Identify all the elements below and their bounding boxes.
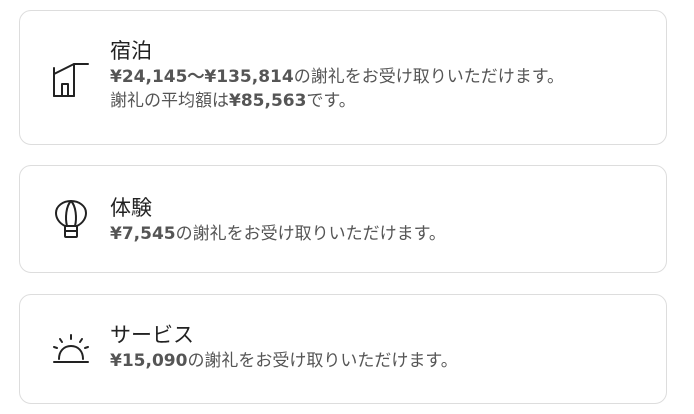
stays-range-text: の謝礼をお受け取りいただけます。 — [293, 67, 565, 87]
services-card[interactable]: サービス ¥15,090の謝礼をお受け取りいただけます。 — [19, 294, 667, 404]
experiences-amount: ¥7,545 — [110, 224, 176, 244]
experiences-reward: ¥7,545の謝礼をお受け取りいただけます。 — [110, 222, 650, 246]
services-amount: ¥15,090 — [110, 351, 188, 371]
stays-average-reward: 謝礼の平均額は¥85,563です。 — [110, 89, 650, 113]
experiences-title: 体験 — [110, 196, 152, 220]
house-icon — [51, 58, 91, 98]
services-content: サービス ¥15,090の謝礼をお受け取りいただけます。 — [110, 321, 650, 373]
services-reward-text: の謝礼をお受け取りいただけます。 — [187, 351, 458, 371]
stays-range-amount: ¥24,145〜¥135,814 — [110, 67, 294, 87]
service-bell-icon — [51, 330, 91, 370]
hot-air-balloon-icon — [51, 199, 91, 239]
stays-average-amount: ¥85,563 — [229, 91, 307, 111]
stays-average-prefix: 謝礼の平均額は — [110, 91, 229, 111]
experiences-card[interactable]: 体験 ¥7,545の謝礼をお受け取りいただけます。 — [19, 165, 667, 273]
services-title: サービス — [110, 323, 194, 347]
stays-content: 宿泊 ¥24,145〜¥135,814の謝礼をお受け取りいただけます。 謝礼の平… — [110, 37, 650, 113]
stays-title: 宿泊 — [110, 39, 152, 63]
experiences-reward-text: の謝礼をお受け取りいただけます。 — [175, 224, 446, 244]
stays-average-suffix: です。 — [306, 91, 356, 111]
services-reward: ¥15,090の謝礼をお受け取りいただけます。 — [110, 349, 650, 373]
stays-card[interactable]: 宿泊 ¥24,145〜¥135,814の謝礼をお受け取りいただけます。 謝礼の平… — [19, 10, 667, 145]
stays-reward-range: ¥24,145〜¥135,814の謝礼をお受け取りいただけます。 — [110, 65, 650, 89]
experiences-content: 体験 ¥7,545の謝礼をお受け取りいただけます。 — [110, 194, 650, 246]
